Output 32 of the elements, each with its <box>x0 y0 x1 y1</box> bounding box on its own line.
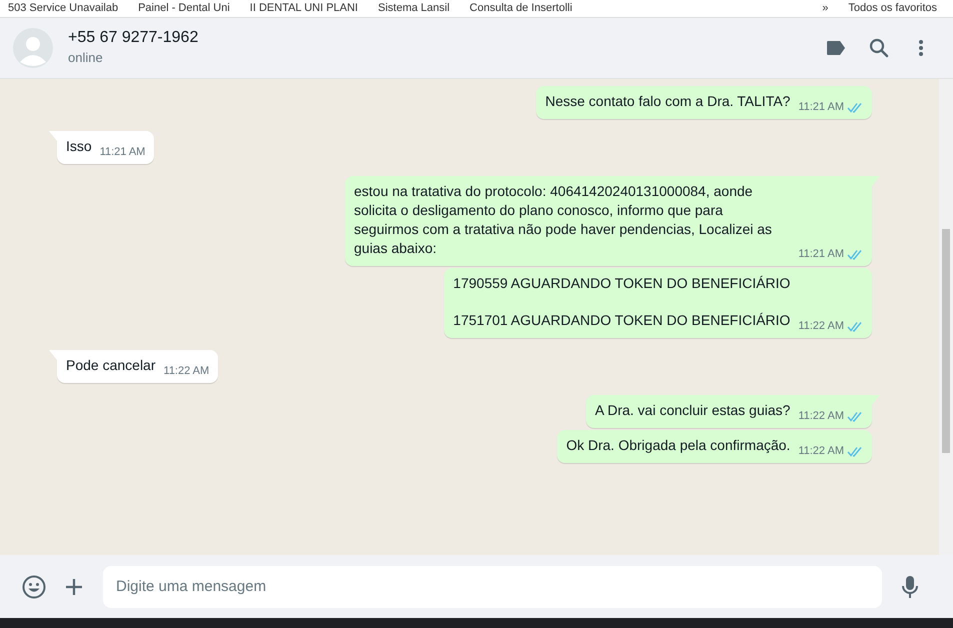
message-text: Nesse contato falo com a Dra. TALITA? <box>545 92 790 111</box>
bookmark-link[interactable]: 503 Service Unavailab <box>8 0 118 17</box>
message-time: 11:22 AM <box>798 319 844 334</box>
label-icon[interactable] <box>826 40 846 56</box>
message-time: 11:22 AM <box>798 409 844 424</box>
menu-icon[interactable] <box>919 40 923 56</box>
bookmark-link[interactable]: Consulta de Insertolli <box>470 0 572 17</box>
contact-name: +55 67 9277-1962 <box>68 28 198 48</box>
emoji-icon[interactable] <box>22 574 46 598</box>
message-time: 11:21 AM <box>798 100 844 115</box>
bookmark-link[interactable]: II DENTAL UNI PLANI <box>250 0 358 17</box>
message-text: estou na tratativa do protocolo: 40641420240131000084, aonde solicita o desligamento do plano conosco, informo que para seguirmos com a tratativa não pode haver pendencias, Localizei as guias abaixo: <box>354 182 773 258</box>
message-text: Isso <box>66 137 92 156</box>
message-input[interactable]: Digite uma mensagem <box>103 566 882 608</box>
bookmark-link[interactable]: Painel - Dental Uni <box>138 0 230 17</box>
message-time: 11:21 AM <box>100 145 146 160</box>
scrollbar[interactable] <box>939 79 953 555</box>
message-time: 11:21 AM <box>798 247 844 262</box>
message-text: A Dra. vai concluir estas guias? <box>595 401 790 420</box>
contact-status: online <box>68 49 104 67</box>
message-time: 11:22 AM <box>164 364 210 379</box>
all-bookmarks-link[interactable]: Todos os favoritos <box>848 0 945 17</box>
plus-icon[interactable] <box>64 576 84 596</box>
search-icon[interactable] <box>869 38 889 58</box>
message-text: Pode cancelar <box>66 356 156 375</box>
message-text: 1790559 AGUARDANDO TOKEN DO BENEFICIÁRIO <box>453 274 790 293</box>
message-text: 1751701 AGUARDANDO TOKEN DO BENEFICIÁRIO <box>453 311 790 330</box>
microphone-icon[interactable] <box>901 574 919 598</box>
message-text: Ok Dra. Obrigada pela confirmação. <box>566 436 790 455</box>
more-bookmarks-button[interactable]: » <box>822 0 828 17</box>
bookmark-link[interactable]: Sistema Lansil <box>378 0 450 17</box>
message-time: 11:22 AM <box>798 444 844 459</box>
